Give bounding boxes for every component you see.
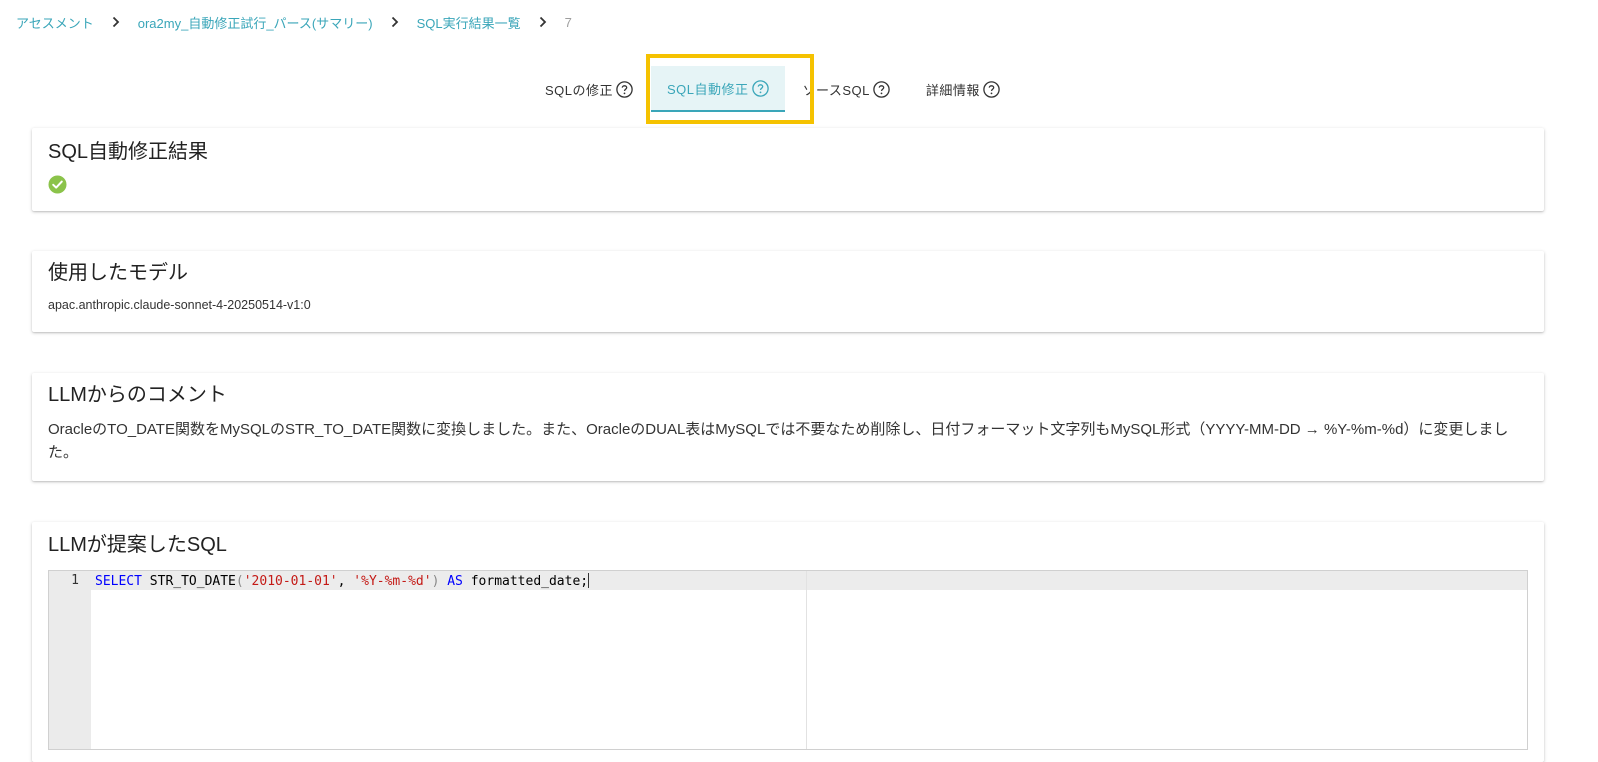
line-number-gutter: 1: [49, 571, 91, 749]
sql-keyword: SELECT: [95, 574, 142, 589]
model-name: apac.anthropic.claude-sonnet-4-20250514-…: [48, 298, 311, 312]
sql-code-editor[interactable]: 1 SELECT STR_TO_DATE('2010-01-01', '%Y-%…: [48, 570, 1528, 750]
sql-function: STR_TO_DATE: [141, 574, 236, 589]
breadcrumb: アセスメント ora2my_自動修正試行_パース(サマリー) SQL実行結果一覧…: [16, 12, 572, 32]
tab-label: ソースSQL: [802, 82, 870, 98]
card-title: LLMが提案したSQL: [48, 534, 227, 556]
tab-details[interactable]: 詳細情報: [914, 66, 1012, 112]
line-number: 1: [71, 573, 79, 588]
sql-paren: (: [235, 574, 244, 589]
help-circle-icon[interactable]: [751, 79, 769, 97]
sql-string: '2010-01-01': [243, 574, 338, 589]
suggested-sql-card: LLMが提案したSQL 1 SELECT STR_TO_DATE('2010-0…: [32, 522, 1544, 762]
auto-fix-result-card: SQL自動修正結果: [32, 128, 1544, 211]
sql-identifier: formatted_date;: [462, 574, 589, 589]
chevron-right-icon: [111, 16, 121, 28]
tab-bar: SQLの修正 SQL自動修正 ソースSQL 詳細情報: [533, 66, 1012, 112]
card-title: 使用したモデル: [48, 262, 188, 284]
sql-comma: ,: [337, 574, 354, 589]
help-circle-icon[interactable]: [983, 80, 1000, 98]
chevron-right-icon: [538, 16, 548, 28]
help-circle-icon[interactable]: [873, 80, 890, 98]
tab-sql-fix[interactable]: SQLの修正: [533, 66, 645, 112]
breadcrumb-project[interactable]: ora2my_自動修正試行_パース(サマリー): [138, 13, 373, 32]
sql-string: '%Y-%m-%d': [353, 574, 432, 589]
breadcrumb-assessment[interactable]: アセスメント: [16, 13, 94, 32]
sql-keyword: AS: [439, 574, 463, 589]
model-card: 使用したモデル apac.anthropic.claude-sonnet-4-2…: [32, 251, 1544, 332]
text-cursor: [588, 573, 590, 588]
llm-comment-text: OracleのTO_DATE関数をMySQLのSTR_TO_DATE関数に変換し…: [48, 421, 1509, 461]
help-circle-icon[interactable]: [616, 80, 633, 98]
tab-source-sql[interactable]: ソースSQL: [791, 66, 902, 112]
card-title: SQL自動修正結果: [48, 141, 209, 163]
breadcrumb-sql-results[interactable]: SQL実行結果一覧: [417, 13, 521, 32]
llm-comment-card: LLMからのコメント OracleのTO_DATE関数をMySQLのSTR_TO…: [32, 373, 1544, 481]
chevron-right-icon: [390, 16, 400, 28]
print-margin: [806, 571, 807, 749]
tab-sql-auto-fix[interactable]: SQL自動修正: [651, 66, 785, 112]
breadcrumb-current: 7: [564, 14, 572, 30]
tab-label: SQLの修正: [545, 82, 614, 98]
tab-label: SQL自動修正: [667, 81, 749, 97]
card-title: LLMからのコメント: [48, 384, 227, 406]
code-line[interactable]: SELECT STR_TO_DATE('2010-01-01', '%Y-%m-…: [95, 573, 590, 589]
tab-label: 詳細情報: [925, 82, 980, 98]
check-circle-icon: [48, 175, 67, 194]
